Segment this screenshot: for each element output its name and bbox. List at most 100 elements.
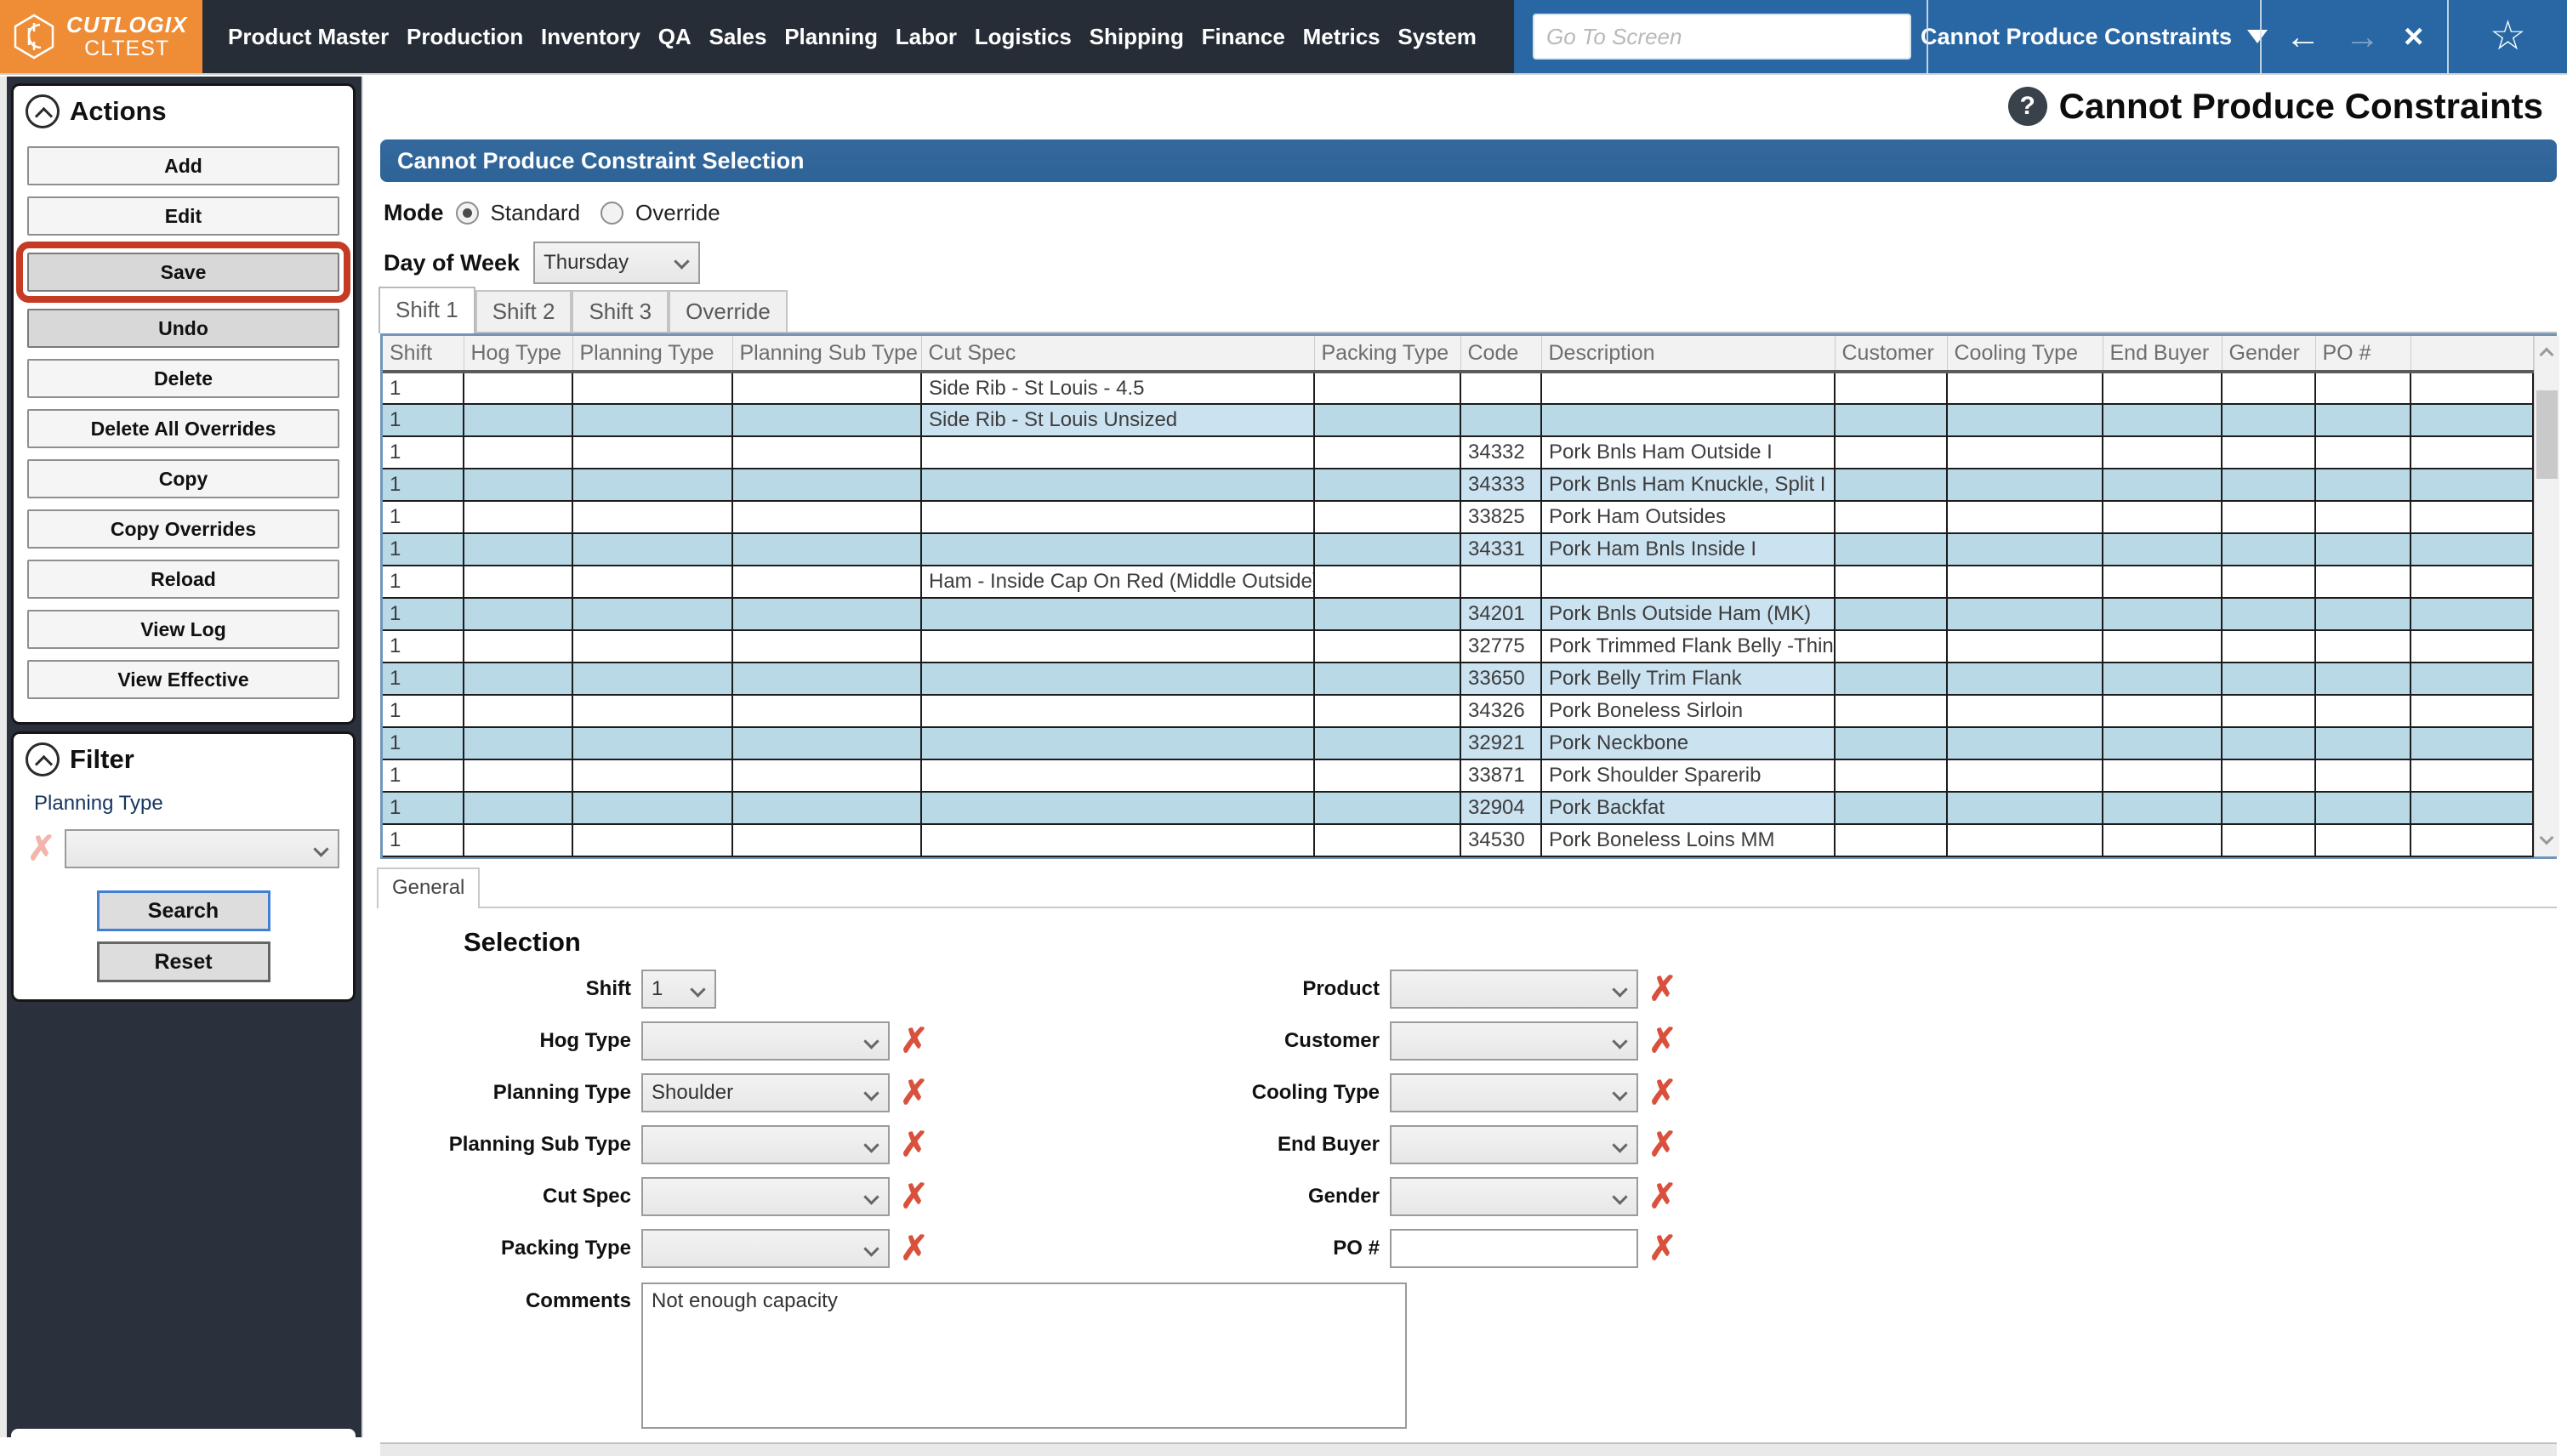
collapse-chevron-icon[interactable] xyxy=(26,94,60,128)
cell-description[interactable]: Pork Ham Outsides xyxy=(1541,501,1835,533)
cell-shift[interactable]: 1 xyxy=(383,824,464,856)
cell-cut-spec[interactable] xyxy=(921,695,1314,727)
cell-customer[interactable] xyxy=(1835,566,1947,598)
cell-shift[interactable]: 1 xyxy=(383,727,464,759)
cell-cooling-type[interactable] xyxy=(1947,404,2103,436)
field-control[interactable] xyxy=(1390,1073,1638,1112)
cell-cooling-type[interactable] xyxy=(1947,695,2103,727)
cell-code[interactable] xyxy=(1460,404,1541,436)
cell-planning-sub-type[interactable] xyxy=(732,824,921,856)
action-button[interactable]: View Effective xyxy=(27,660,339,699)
clear-field-icon[interactable]: ✗ xyxy=(1648,1180,1677,1214)
cell-planning-type[interactable] xyxy=(572,792,732,824)
cell-code[interactable]: 34333 xyxy=(1460,469,1541,501)
cell-shift[interactable]: 1 xyxy=(383,630,464,663)
cell-planning-type[interactable] xyxy=(572,501,732,533)
cell-cooling-type[interactable] xyxy=(1947,663,2103,695)
menu-item[interactable]: Metrics xyxy=(1303,24,1380,50)
cell-cooling-type[interactable] xyxy=(1947,501,2103,533)
cell-packing-type[interactable] xyxy=(1314,824,1460,856)
cell-po[interactable] xyxy=(2315,630,2410,663)
screen-selector-dropdown[interactable]: Cannot Produce Constraints xyxy=(1928,24,2260,50)
cell-gender[interactable] xyxy=(2222,598,2315,630)
grid-row[interactable]: 1 Side Rib - St Louis Unsized xyxy=(383,404,2533,436)
cell-packing-type[interactable] xyxy=(1314,598,1460,630)
cell-po[interactable] xyxy=(2315,404,2410,436)
grid-column-header[interactable]: Customer xyxy=(1835,336,1947,372)
grid-column-header[interactable]: Code xyxy=(1460,336,1541,372)
field-control[interactable] xyxy=(641,1177,890,1216)
cell-end-buyer[interactable] xyxy=(2103,533,2222,566)
grid-column-header[interactable]: Packing Type xyxy=(1314,336,1460,372)
cell-gender[interactable] xyxy=(2222,469,2315,501)
general-tab[interactable]: General xyxy=(377,867,480,908)
field-control[interactable] xyxy=(1390,1177,1638,1216)
scroll-up-icon[interactable] xyxy=(2540,348,2554,362)
grid-row[interactable]: 1 34333 Pork Bnls Ham Knuckle, Split I xyxy=(383,469,2533,501)
cell-description[interactable] xyxy=(1541,566,1835,598)
cell-code[interactable] xyxy=(1460,566,1541,598)
cell-description[interactable]: Pork Boneless Loins MM xyxy=(1541,824,1835,856)
cell-customer[interactable] xyxy=(1835,824,1947,856)
menu-item[interactable]: QA xyxy=(658,24,692,50)
menu-item[interactable]: Labor xyxy=(896,24,957,50)
grid-column-header[interactable]: Gender xyxy=(2222,336,2315,372)
grid-row[interactable]: 1 32904 Pork Backfat xyxy=(383,792,2533,824)
cell-description[interactable]: Pork Belly Trim Flank xyxy=(1541,663,1835,695)
menu-item[interactable]: System xyxy=(1397,24,1477,50)
scrollbar-thumb[interactable] xyxy=(2536,390,2558,479)
cell-po[interactable] xyxy=(2315,566,2410,598)
grid-column-header[interactable]: Planning Sub Type xyxy=(732,336,921,372)
field-control[interactable]: 1 xyxy=(641,970,716,1009)
cell-end-buyer[interactable] xyxy=(2103,792,2222,824)
cell-end-buyer[interactable] xyxy=(2103,598,2222,630)
cell-planning-sub-type[interactable] xyxy=(732,436,921,469)
cell-planning-sub-type[interactable] xyxy=(732,501,921,533)
cell-code[interactable]: 33650 xyxy=(1460,663,1541,695)
grid-row[interactable]: 1 33825 Pork Ham Outsides xyxy=(383,501,2533,533)
cell-gender[interactable] xyxy=(2222,566,2315,598)
field-control[interactable] xyxy=(1390,1229,1638,1268)
cell-hog-type[interactable] xyxy=(464,824,572,856)
cell-cooling-type[interactable] xyxy=(1947,759,2103,792)
menu-item[interactable]: Planning xyxy=(784,24,878,50)
cell-planning-type[interactable] xyxy=(572,533,732,566)
field-control[interactable] xyxy=(1390,1021,1638,1061)
cell-end-buyer[interactable] xyxy=(2103,663,2222,695)
cell-cut-spec[interactable]: Side Rib - St Louis Unsized xyxy=(921,404,1314,436)
cell-po[interactable] xyxy=(2315,759,2410,792)
cell-code[interactable] xyxy=(1460,372,1541,404)
cell-po[interactable] xyxy=(2315,533,2410,566)
grid-row[interactable]: 1 34201 Pork Bnls Outside Ham (MK) xyxy=(383,598,2533,630)
cell-shift[interactable]: 1 xyxy=(383,792,464,824)
cell-cut-spec[interactable] xyxy=(921,759,1314,792)
cell-cut-spec[interactable] xyxy=(921,436,1314,469)
cell-cooling-type[interactable] xyxy=(1947,469,2103,501)
cell-shift[interactable]: 1 xyxy=(383,598,464,630)
cell-customer[interactable] xyxy=(1835,630,1947,663)
clear-field-icon[interactable]: ✗ xyxy=(1648,1076,1677,1110)
grid-row[interactable]: 1 34331 Pork Ham Bnls Inside I xyxy=(383,533,2533,566)
grid-column-header[interactable]: End Buyer xyxy=(2103,336,2222,372)
clear-field-icon[interactable]: ✗ xyxy=(1648,1231,1677,1265)
cell-description[interactable] xyxy=(1541,404,1835,436)
cell-hog-type[interactable] xyxy=(464,404,572,436)
menu-item[interactable]: Finance xyxy=(1202,24,1285,50)
cell-shift[interactable]: 1 xyxy=(383,533,464,566)
cell-hog-type[interactable] xyxy=(464,695,572,727)
cell-end-buyer[interactable] xyxy=(2103,566,2222,598)
cell-packing-type[interactable] xyxy=(1314,630,1460,663)
cell-packing-type[interactable] xyxy=(1314,372,1460,404)
cell-packing-type[interactable] xyxy=(1314,695,1460,727)
grid-row[interactable]: 1 Side Rib - St Louis - 4.5 xyxy=(383,372,2533,404)
grid-row[interactable]: 1 33650 Pork Belly Trim Flank xyxy=(383,663,2533,695)
cell-po[interactable] xyxy=(2315,792,2410,824)
cell-cut-spec[interactable]: Side Rib - St Louis - 4.5 xyxy=(921,372,1314,404)
cell-customer[interactable] xyxy=(1835,404,1947,436)
cell-description[interactable] xyxy=(1541,372,1835,404)
menu-item[interactable]: Inventory xyxy=(541,24,640,50)
cell-end-buyer[interactable] xyxy=(2103,727,2222,759)
cell-code[interactable]: 33871 xyxy=(1460,759,1541,792)
cell-packing-type[interactable] xyxy=(1314,469,1460,501)
cell-po[interactable] xyxy=(2315,663,2410,695)
